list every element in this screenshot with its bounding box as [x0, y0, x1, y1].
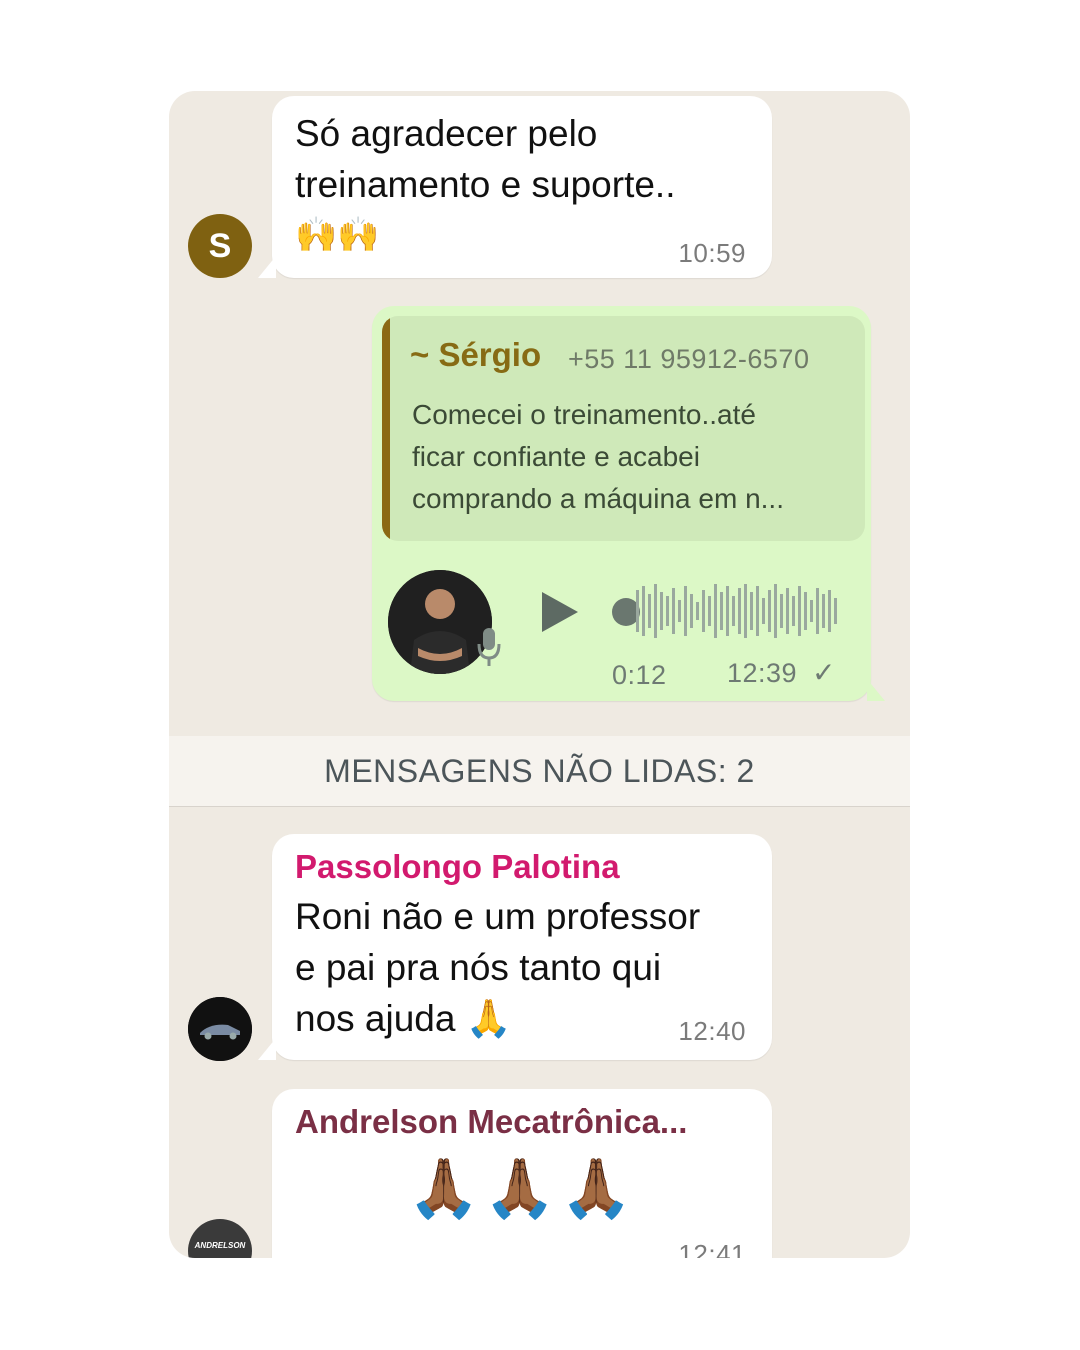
sender-name: Andrelson Mecatrônica...	[295, 1103, 688, 1140]
message-bubble-3[interactable]: Andrelson Mecatrônica... 🙏🏾🙏🏾🙏🏾 12:41	[272, 1089, 772, 1258]
message-text-line: Roni não e um professor	[295, 896, 701, 937]
chat-area: S Só agradecer pelo treinamento e suport…	[169, 91, 910, 1258]
bubble-tail	[867, 679, 885, 701]
audio-waveform[interactable]	[634, 582, 842, 640]
message-time: 12:41	[678, 1239, 746, 1258]
microphone-icon	[476, 626, 502, 673]
quote-text-line: Comecei o treinamento..até	[412, 399, 756, 430]
sender-avatar-andrelson[interactable]: ANDRELSON	[188, 1219, 252, 1258]
unread-label: MENSAGENS NÃO LIDAS: 2	[324, 752, 755, 789]
message-text-line: Só agradecer pelo	[295, 113, 598, 154]
message-text-line: treinamento e suporte..	[295, 164, 676, 205]
sender-avatar-s[interactable]: S	[188, 214, 252, 278]
avatar-letter: S	[208, 226, 232, 265]
play-icon[interactable]	[542, 592, 578, 632]
message-time: 10:59	[678, 238, 746, 268]
avatar-logo-text: ANDRELSON	[194, 1241, 246, 1250]
message-emoji: 🙏🏾🙏🏾🙏🏾	[407, 1156, 637, 1221]
sender-avatar-passolongo[interactable]	[188, 997, 252, 1061]
outgoing-voice-message[interactable]: ~ Sérgio +55 11 95912-6570 Comecei o tre…	[372, 306, 885, 701]
voice-duration: 0:12	[612, 660, 667, 690]
message-time: 12:40	[678, 1016, 746, 1046]
bubble-tail	[258, 1038, 276, 1060]
message-time: 12:39	[727, 658, 798, 688]
quote-text-line: ficar confiante e acabei	[412, 441, 700, 472]
message-emoji: 🙌🙌	[295, 216, 380, 254]
quote-bar	[382, 316, 390, 541]
quote-sender-name: ~ Sérgio	[410, 336, 542, 373]
sender-name: Passolongo Palotina	[295, 848, 620, 885]
quote-sender-phone: +55 11 95912-6570	[568, 344, 810, 374]
bubble-tail	[258, 256, 276, 278]
message-text-line: e pai pra nós tanto qui	[295, 947, 662, 988]
check-icon: ✓	[812, 657, 836, 688]
message-text-line: nos ajuda 🙏	[295, 998, 512, 1039]
quote-text-line: comprando a máquina em n...	[412, 483, 784, 514]
unread-messages-divider: MENSAGENS NÃO LIDAS: 2	[169, 736, 910, 807]
quoted-message[interactable]: ~ Sérgio +55 11 95912-6570 Comecei o tre…	[382, 316, 865, 541]
message-bubble-2[interactable]: Passolongo Palotina Roni não e um profes…	[258, 834, 772, 1060]
message-bubble-1[interactable]: Só agradecer pelo treinamento e suporte.…	[258, 96, 772, 278]
